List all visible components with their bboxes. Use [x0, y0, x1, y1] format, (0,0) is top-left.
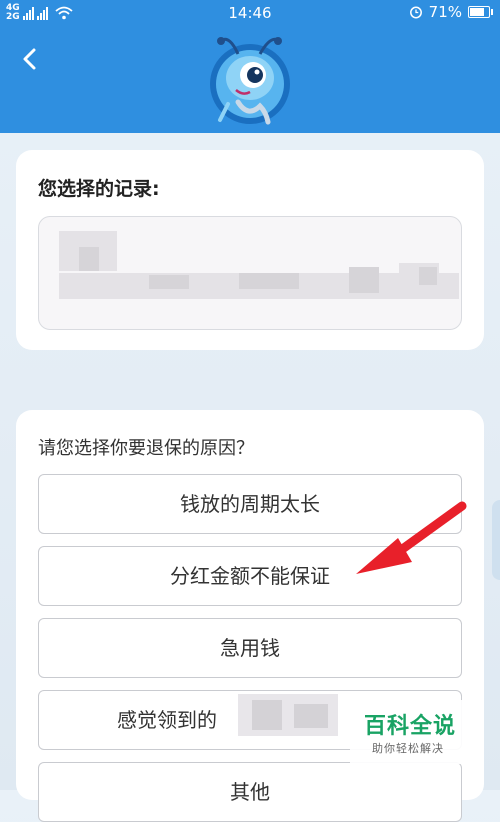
record-box-redacted[interactable] [38, 216, 462, 330]
battery-icon [468, 6, 493, 18]
record-title: 您选择的记录: [38, 178, 160, 200]
chevron-left-icon [23, 48, 36, 70]
watermark-subtitle: 助你轻松解决 [372, 742, 444, 755]
reason-option-other[interactable]: 其他 [38, 762, 462, 822]
watermark: 百科全说 助你轻松解决 [350, 700, 470, 764]
alarm-icon [409, 6, 422, 19]
ant-mascot-icon [210, 37, 290, 125]
reason-option-redaction [238, 694, 338, 736]
status-right: 71% [409, 3, 493, 21]
watermark-title: 百科全说 [364, 714, 457, 739]
status-bar: 4G 2G 14:46 71% [0, 0, 500, 26]
record-card: 您选择的记录: [16, 150, 484, 350]
back-button[interactable] [14, 41, 50, 77]
app-header [0, 26, 500, 133]
battery-percent: 71% [428, 3, 462, 21]
reason-option-urgent-money[interactable]: 急用钱 [38, 618, 462, 678]
annotation-arrow-icon [356, 501, 467, 574]
side-scroll-handle[interactable] [492, 500, 500, 580]
reason-prompt: 请您选择你要退保的原因？ [38, 438, 254, 459]
